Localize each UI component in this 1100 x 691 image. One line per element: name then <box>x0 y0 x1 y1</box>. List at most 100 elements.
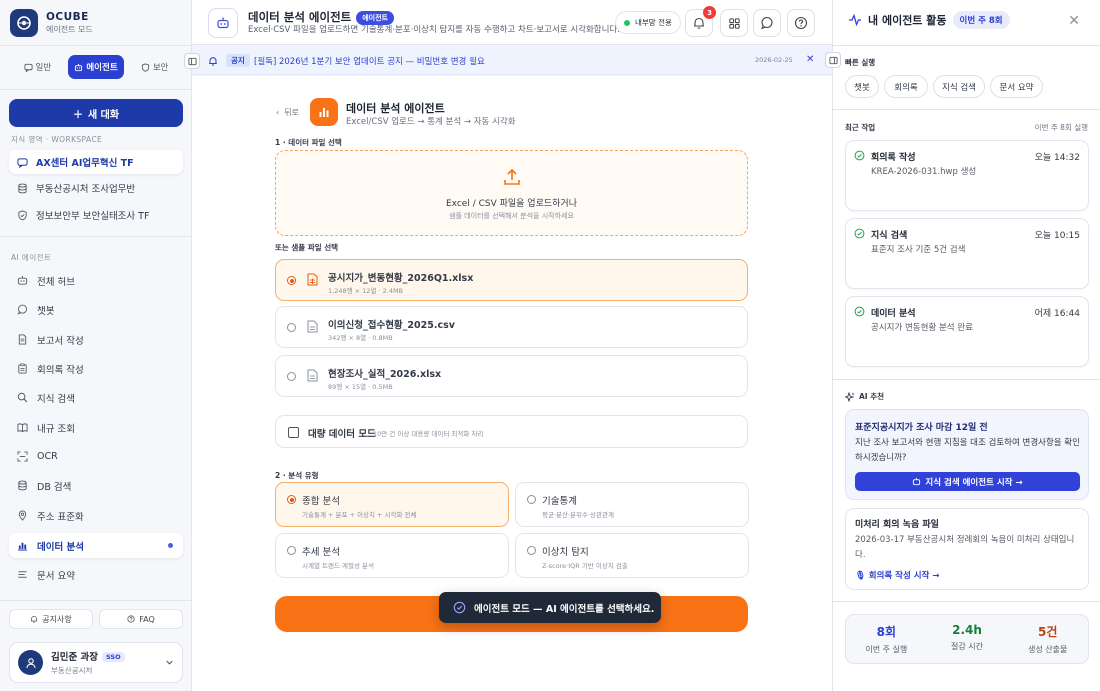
divider <box>833 601 1100 602</box>
activity-card[interactable]: 지식 검색 오늘 10:15 표준지 조사 기준 5건 검색 <box>845 218 1089 289</box>
agent-title: 데이터 분석 에이전트 <box>346 102 445 115</box>
analysis-type-descriptive[interactable]: 기술통계 평균·분산·분위수·상관관계 <box>515 482 749 527</box>
nav-item-ocr[interactable]: OCR <box>9 444 183 469</box>
workspace-section-label: 지식 영역 · WORKSPACE <box>11 135 103 144</box>
activity-card[interactable]: 회의록 작성 오늘 14:32 KREA-2026-031.hwp 생성 <box>845 140 1089 211</box>
check-circle-icon <box>854 150 865 161</box>
nav-label: 데이터 분석 <box>37 541 85 553</box>
nav-item-chatbot[interactable]: 챗봇 <box>9 297 183 322</box>
workspace-item-realestate[interactable]: 부동산공시처 조사업무반 <box>9 176 183 200</box>
nav-item-knowledge-search[interactable]: 지식 검색 <box>9 385 183 410</box>
faq-button[interactable]: FAQ <box>99 609 183 629</box>
analysis-type-outlier[interactable]: 이상치 탐지 Z-score·IQR 기반 이상치 검출 <box>515 533 749 578</box>
mic-icon: 🎙 <box>855 571 866 581</box>
notice-text[interactable]: [필독] 2026년 1분기 보안 업데이트 공지 — 비밀번호 변경 필요 <box>254 55 485 67</box>
notice-button[interactable]: 공지사항 <box>9 609 93 629</box>
analysis-desc: 평균·분산·분위수·상관관계 <box>542 511 614 519</box>
brand[interactable]: OCUBE 에이전트 모드 <box>10 9 93 37</box>
sample-label: 또는 샘플 파일 선택 <box>275 243 339 252</box>
quick-action-minutes[interactable]: 회의록 <box>884 75 928 98</box>
spreadsheet-icon <box>307 369 318 382</box>
sample-file-option[interactable]: 현장조사_실적_2026.xlsx 89행 × 15열 · 0.5MB <box>275 355 748 397</box>
mode-agent[interactable]: 에이전트 <box>67 55 125 79</box>
chat-button[interactable] <box>753 9 781 37</box>
workspace-item-security[interactable]: 정보보안부 보안실태조사 TF <box>9 203 183 227</box>
database-icon <box>18 480 27 491</box>
user-profile-card[interactable]: 김민준 과장 SSO 부동산공시처 <box>9 642 183 683</box>
user-icon <box>25 657 36 668</box>
notice-date: 2026-02-25 <box>755 56 793 64</box>
nav-item-report[interactable]: 보고서 작성 <box>9 327 183 352</box>
sidebar-toggle-button[interactable] <box>184 53 200 69</box>
activity-title: 지식 검색 <box>871 231 908 241</box>
activity-time: 어제 16:44 <box>1034 309 1080 319</box>
radio-button[interactable] <box>287 276 296 285</box>
activity-card[interactable]: 데이터 분석 어제 16:44 공시지가 변동현황 분석 완료 <box>845 296 1089 367</box>
data-analysis-icon <box>310 98 338 126</box>
analysis-desc: 기술통계 + 분포 + 이상치 + 시각화 전체 <box>302 511 417 519</box>
apps-grid-button[interactable] <box>720 9 748 37</box>
nav-item-minutes[interactable]: 회의록 작성 <box>9 356 183 381</box>
notice-bar: 공지 [필독] 2026년 1분기 보안 업데이트 공지 — 비밀번호 변경 필… <box>184 46 832 75</box>
sample-file-option[interactable]: 공시지가_변동현황_2026Q1.xlsx 1,248행 × 12열 · 2.4… <box>275 259 748 301</box>
radio-button[interactable] <box>527 546 536 555</box>
analysis-desc: 시계열 트렌드·계절성 분석 <box>302 562 374 570</box>
link-label: 회의록 작성 시작 → <box>868 571 940 581</box>
stat-label: 생성 산출물 <box>1028 645 1068 654</box>
radio-button[interactable] <box>287 546 296 555</box>
recommendation-title: 미처리 회의 녹음 파일 <box>855 520 939 530</box>
main-content: ‹ 뒤로 데이터 분석 에이전트 Excel/CSV 업로드 → 통계 분석 →… <box>192 76 832 691</box>
bulk-mode-checkbox[interactable] <box>288 427 299 438</box>
mode-security[interactable]: 보안 <box>126 55 183 79</box>
sample-file-option[interactable]: 이의신청_접수현황_2025.csv 342행 × 8열 · 0.8MB <box>275 306 748 348</box>
new-chat-button[interactable]: ＋ 새 대화 <box>9 99 183 127</box>
file-meta: 89행 × 15열 · 0.5MB <box>328 383 393 391</box>
mode-general[interactable]: 일반 <box>9 55 66 79</box>
nav-item-db-search[interactable]: DB 검색 <box>9 473 183 498</box>
nav-item-regulations[interactable]: 내규 조회 <box>9 415 183 440</box>
nav-label: 보고서 작성 <box>37 335 84 347</box>
stat-outputs: 5건 생성 산출물 <box>1007 615 1088 663</box>
panel-toggle-button[interactable] <box>825 52 841 68</box>
quick-action-chatbot[interactable]: 챗봇 <box>845 75 879 98</box>
nav-item-address[interactable]: 주소 표준화 <box>9 503 183 528</box>
pin-icon <box>18 510 27 521</box>
sparkle-icon <box>845 391 855 402</box>
nav-item-hub[interactable]: 전체 허브 <box>9 268 183 293</box>
analysis-type-trend[interactable]: 추세 분석 시계열 트렌드·계절성 분석 <box>275 533 509 578</box>
divider <box>833 45 1100 46</box>
nav-label: DB 검색 <box>37 481 72 493</box>
help-button[interactable] <box>787 9 815 37</box>
radio-button[interactable] <box>287 372 296 381</box>
bulk-data-mode-toggle[interactable]: 대량 데이터 모드 10만 건 이상 대용량 데이터 최적화 처리 <box>275 415 748 448</box>
lines-icon <box>18 571 27 578</box>
chat-icon <box>23 63 33 72</box>
close-icon[interactable]: ✕ <box>806 54 814 65</box>
workspace-item-ax[interactable]: AX센터 AI업무혁신 TF <box>9 150 183 174</box>
radio-button[interactable] <box>287 323 296 332</box>
recommendation-title: 표준지공시지가 조사 마감 12일 전 <box>855 423 988 433</box>
recommendation-card: 미처리 회의 녹음 파일 2026-03-17 부동산공시처 정례회의 녹음이 … <box>845 508 1089 590</box>
start-minutes-link[interactable]: 🎙 회의록 작성 시작 → <box>855 569 940 581</box>
analysis-type-comprehensive[interactable]: 종합 분석 기술통계 + 분포 + 이상치 + 시각화 전체 <box>275 482 509 527</box>
sidebar-bottom-buttons: 공지사항 FAQ <box>9 609 183 629</box>
notifications-button[interactable]: 3 <box>685 6 716 37</box>
back-button[interactable]: ‹ 뒤로 <box>276 107 299 118</box>
network-label: 내부망 전용 <box>635 18 672 27</box>
radio-button[interactable] <box>527 495 536 504</box>
radio-button[interactable] <box>287 495 296 504</box>
close-icon[interactable]: ✕ <box>1068 13 1080 29</box>
recommendation-desc: 2026-03-17 부동산공시처 정례회의 녹음이 미처리 상태입니다. <box>855 535 1075 560</box>
nav-item-summary[interactable]: 문서 요약 <box>9 562 183 587</box>
start-knowledge-search-button[interactable]: 지식 검색 에이전트 시작 → <box>855 472 1080 491</box>
plus-icon: ＋ <box>72 109 83 121</box>
file-upload-dropzone[interactable]: Excel / CSV 파일을 업로드하거나 샘플 데이터를 선택해서 분석을 … <box>275 150 748 236</box>
activity-time: 오늘 14:32 <box>1034 153 1080 163</box>
nav-item-data-analysis[interactable]: 데이터 분석 <box>9 533 183 558</box>
nav-label: OCR <box>37 451 58 462</box>
quick-action-knowledge-search[interactable]: 지식 검색 <box>933 75 985 98</box>
quick-action-summary[interactable]: 문서 요약 <box>990 75 1043 98</box>
quick-actions-label: 빠른 실행 <box>845 58 876 67</box>
agent-subtitle: Excel/CSV 업로드 → 통계 분석 → 자동 시각화 <box>346 117 516 127</box>
nav-label: 전체 허브 <box>37 276 75 288</box>
